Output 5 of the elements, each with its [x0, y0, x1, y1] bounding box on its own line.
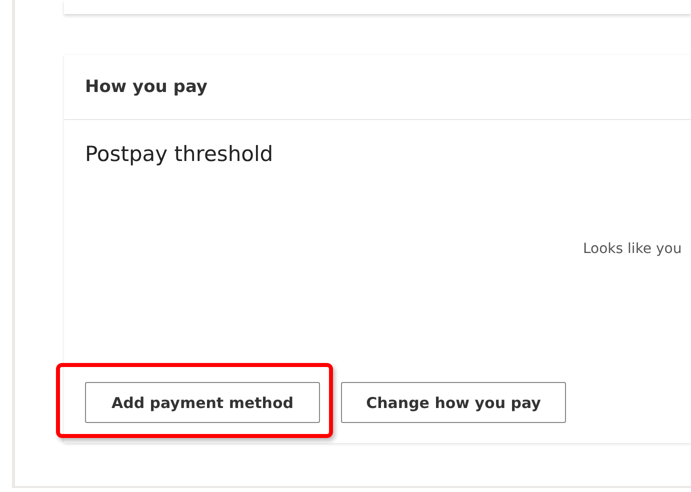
card-title: How you pay — [85, 77, 208, 97]
message-text: Looks like you — [583, 241, 682, 257]
section-title: Postpay threshold — [85, 142, 274, 166]
action-button[interactable]: Add payment method — [85, 382, 320, 423]
action-button[interactable]: Change how you pay — [341, 382, 566, 423]
